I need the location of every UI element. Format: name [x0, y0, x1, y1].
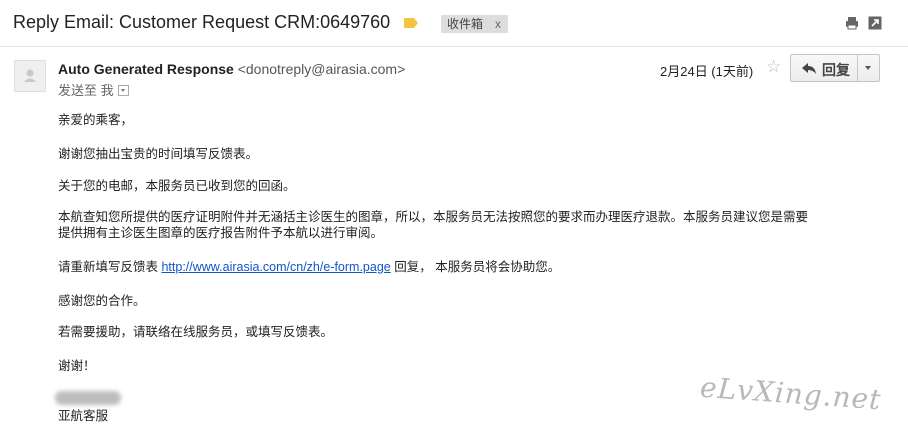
sender-line: Auto Generated Response <donotreply@aira…: [58, 61, 405, 77]
reply-label: 回复: [822, 62, 850, 78]
redacted-blur: [55, 391, 121, 405]
new-window-icon[interactable]: [868, 16, 882, 30]
more-actions-button[interactable]: [857, 54, 880, 82]
label-tag-icon[interactable]: [404, 18, 418, 28]
sender-email: <donotreply@airasia.com>: [237, 61, 406, 77]
paragraph-medical-line2: 提供拥有主诊医生图章的医疗报告附件予本航以进行审阅。: [58, 226, 384, 240]
signature: 亚航客服: [58, 409, 109, 423]
avatar-icon: [14, 60, 46, 92]
watermark: eLvXing.net: [699, 370, 883, 417]
inbox-label-text: 收件箱: [447, 17, 484, 31]
star-icon[interactable]: ☆: [766, 57, 781, 77]
refill-text-before: 请重新填写反馈表: [58, 260, 162, 274]
recipient-details-dropdown[interactable]: [117, 85, 129, 97]
eform-link[interactable]: http://www.airasia.com/cn/zh/e-form.page: [161, 260, 390, 274]
greeting: 亲爱的乘客，: [58, 113, 134, 127]
email-date: 2月24日 (1天前): [660, 64, 754, 79]
remove-label-button[interactable]: x: [495, 15, 501, 33]
email-subject: Reply Email: Customer Request CRM:064976…: [13, 12, 391, 32]
paragraph-thanks: 谢谢您抽出宝贵的时间填写反馈表。: [58, 147, 259, 161]
inbox-label-chip[interactable]: 收件箱 x: [441, 15, 508, 33]
paragraph-cooperation: 感谢您的合作。: [58, 294, 146, 308]
refill-text-after: 回复， 本服务员将会协助您。: [390, 260, 561, 274]
recipient-text: 发送至 我: [58, 83, 114, 98]
paragraph-refill-form: 请重新填写反馈表 http://www.airasia.com/cn/zh/e-…: [58, 256, 560, 275]
paragraph-received: 关于您的电邮，本服务员已收到您的回函。: [58, 179, 296, 193]
paragraph-thanks-closing: 谢谢！: [58, 359, 96, 373]
reply-arrow-icon: [802, 63, 816, 74]
print-icon[interactable]: [845, 16, 859, 30]
recipient-line: 发送至 我: [58, 80, 129, 99]
sender-name[interactable]: Auto Generated Response: [58, 61, 234, 77]
subject-bar: Reply Email: Customer Request CRM:064976…: [0, 0, 908, 47]
reply-button[interactable]: 回复: [790, 54, 858, 82]
paragraph-assistance: 若需要援助，请联络在线服务员，或填写反馈表。: [58, 325, 334, 339]
